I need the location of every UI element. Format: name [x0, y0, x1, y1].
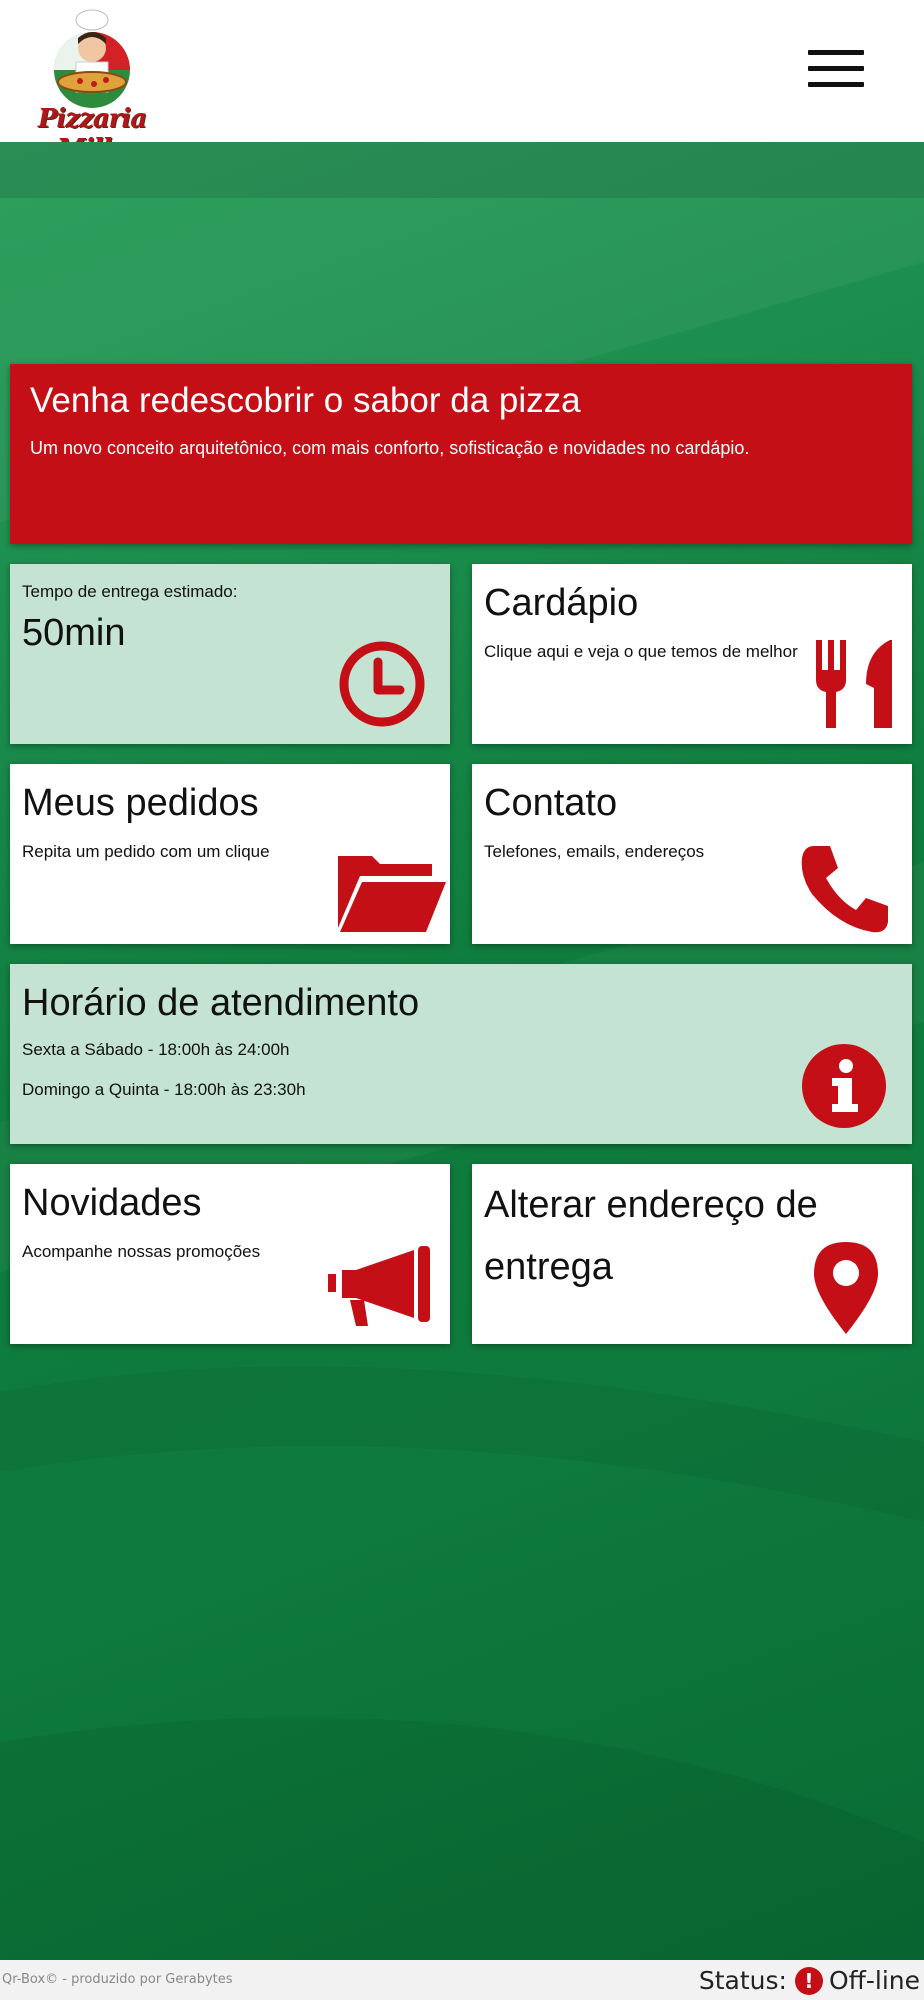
- news-title: Novidades: [22, 1182, 202, 1224]
- status-value: Off-line: [828, 1966, 920, 1995]
- promo-subtitle: Um novo conceito arquitetônico, com mais…: [30, 438, 750, 458]
- menu-card[interactable]: Cardápio Clique aqui e veja o que temos …: [472, 564, 912, 744]
- opening-hours-title: Horário de atendimento: [22, 982, 420, 1024]
- promo-title: Venha redescobrir o sabor da pizza: [30, 381, 581, 420]
- menu-card-desc: Clique aqui e veja o que temos de melhor: [484, 642, 798, 661]
- news-desc: Acompanhe nossas promoções: [22, 1242, 261, 1261]
- pizzaria-logo[interactable]: Pizzaria Milla: [14, 8, 170, 164]
- opening-hours-card: Horário de atendimento Sexta a Sábado - …: [10, 964, 912, 1144]
- menu-card-title: Cardápio: [484, 582, 639, 624]
- change-address-card[interactable]: Alterar endereço de entrega: [472, 1164, 912, 1344]
- menu-bar: [808, 82, 864, 87]
- promo-banner[interactable]: Venha redescobrir o sabor da pizza Um no…: [10, 364, 912, 544]
- opening-hours-line-1: Sexta a Sábado - 18:00h às 24:00h: [22, 1040, 290, 1059]
- status-label: Status:: [698, 1966, 787, 1995]
- map-marker-icon: [814, 1242, 878, 1334]
- delivery-label: Tempo de entrega estimado:: [22, 582, 238, 601]
- menu-bar: [808, 50, 864, 55]
- contact-title: Contato: [484, 782, 618, 824]
- footer-credit[interactable]: Qr-Box© - produzido por Gerabytes: [2, 1972, 233, 1987]
- contact-card[interactable]: Contato Telefones, emails, endereços: [472, 764, 912, 944]
- news-card[interactable]: Novidades Acompanhe nossas promoções: [10, 1164, 450, 1344]
- connection-status: Status: ! Off-line: [699, 1966, 920, 1995]
- contact-desc: Telefones, emails, endereços: [484, 842, 705, 861]
- app-header: Pizzaria Milla: [0, 0, 924, 164]
- my-orders-card[interactable]: Meus pedidos Repita um pedido com um cli…: [10, 764, 450, 944]
- my-orders-desc: Repita um pedido com um clique: [22, 842, 270, 861]
- hamburger-menu-icon[interactable]: [808, 50, 864, 92]
- delivery-time-card: Tempo de entrega estimado: 50min: [10, 564, 450, 744]
- clock-icon: [339, 641, 425, 727]
- main-content: Venha redescobrir o sabor da pizza Um no…: [0, 142, 924, 1960]
- my-orders-title: Meus pedidos: [22, 782, 259, 824]
- opening-hours-line-2: Domingo a Quinta - 18:00h às 23:30h: [22, 1080, 306, 1099]
- status-bar: Qr-Box© - produzido por Gerabytes Status…: [0, 1960, 924, 2000]
- chef-logo-icon: [54, 9, 130, 108]
- alert-icon: !: [794, 1966, 823, 1995]
- menu-bar: [808, 66, 864, 71]
